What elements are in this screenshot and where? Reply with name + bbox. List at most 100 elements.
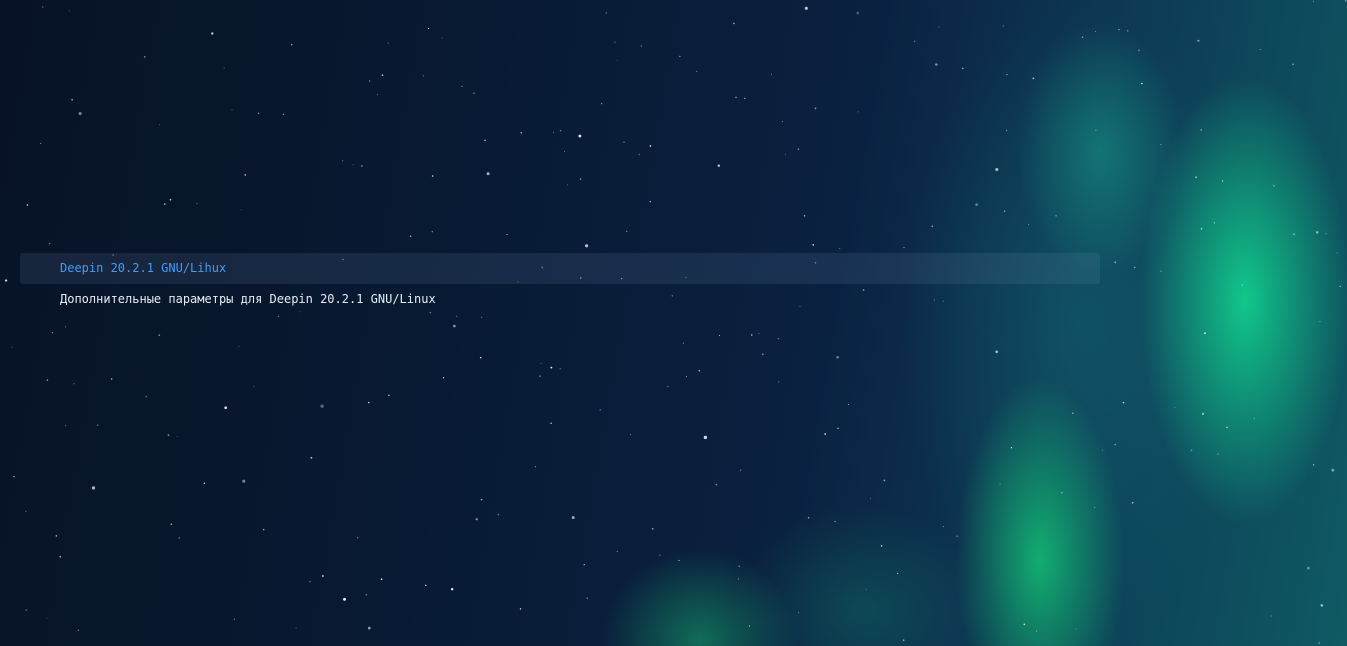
star xyxy=(176,435,178,437)
star xyxy=(461,85,463,88)
star xyxy=(1213,222,1216,224)
star xyxy=(649,200,652,203)
star xyxy=(262,528,265,531)
star xyxy=(550,366,553,369)
star xyxy=(431,175,434,177)
star xyxy=(856,11,859,15)
star xyxy=(167,434,170,436)
boot-entry-deepin[interactable]: Deepin 20.2.1 GNU/Lihux xyxy=(20,253,1100,284)
star xyxy=(1241,284,1243,286)
star xyxy=(73,383,75,385)
star xyxy=(1318,642,1320,644)
star xyxy=(623,141,625,143)
star xyxy=(196,202,198,205)
star xyxy=(750,334,753,336)
star xyxy=(834,521,836,523)
boot-entry-label: Deepin 20.2.1 GNU/Lihux xyxy=(60,261,227,275)
star xyxy=(1004,210,1006,212)
star xyxy=(848,403,850,405)
star xyxy=(956,535,959,538)
star xyxy=(1035,630,1037,632)
star xyxy=(995,167,999,172)
star xyxy=(46,617,48,619)
star xyxy=(1160,270,1162,272)
star xyxy=(169,198,172,201)
star xyxy=(233,618,235,620)
star xyxy=(685,375,687,378)
star xyxy=(387,42,389,44)
star xyxy=(520,132,522,134)
star xyxy=(1002,25,1004,27)
star xyxy=(110,378,113,380)
star xyxy=(39,142,42,145)
star xyxy=(291,44,293,46)
star xyxy=(782,121,783,122)
star xyxy=(343,597,346,601)
star xyxy=(456,315,458,317)
star xyxy=(735,96,737,98)
star xyxy=(682,342,684,344)
star xyxy=(785,154,786,156)
star xyxy=(1217,453,1219,455)
star xyxy=(42,6,44,8)
star xyxy=(170,523,173,525)
aurora-background-stars xyxy=(4,0,1347,644)
star xyxy=(540,363,542,365)
star xyxy=(1160,143,1162,146)
star xyxy=(719,335,720,336)
star xyxy=(497,513,500,516)
star xyxy=(1133,266,1136,269)
star xyxy=(1190,449,1193,452)
star xyxy=(431,231,433,233)
star xyxy=(812,244,815,246)
star xyxy=(367,626,371,630)
star xyxy=(25,609,27,611)
star xyxy=(388,394,390,397)
star xyxy=(1138,49,1140,51)
star xyxy=(559,368,561,370)
star xyxy=(798,612,799,614)
star xyxy=(1023,623,1026,626)
star xyxy=(616,551,618,553)
star xyxy=(804,6,808,10)
star xyxy=(361,165,363,167)
star xyxy=(91,486,96,490)
star xyxy=(59,555,62,558)
star xyxy=(1325,233,1327,235)
star xyxy=(1081,36,1084,38)
star xyxy=(1312,464,1315,466)
star xyxy=(839,248,841,250)
star xyxy=(803,215,806,217)
star xyxy=(640,45,643,47)
star xyxy=(1204,332,1206,334)
star xyxy=(1075,628,1077,630)
star xyxy=(975,203,978,206)
star xyxy=(1061,492,1063,494)
star xyxy=(943,526,945,528)
boot-entry-advanced-options[interactable]: Дополнительные параметры для Deepin 20.2… xyxy=(20,284,1100,315)
star xyxy=(914,40,916,42)
star xyxy=(1126,30,1129,32)
star xyxy=(559,129,562,132)
star xyxy=(26,204,29,206)
star xyxy=(46,379,49,381)
star xyxy=(777,338,779,340)
star xyxy=(1072,412,1074,414)
star xyxy=(1259,49,1261,50)
star xyxy=(322,575,324,577)
star xyxy=(238,345,240,347)
star xyxy=(938,26,940,28)
star xyxy=(962,67,964,70)
star xyxy=(368,401,370,404)
star xyxy=(1028,224,1030,226)
star xyxy=(667,385,669,388)
star xyxy=(583,564,585,566)
star xyxy=(13,476,15,478)
star xyxy=(486,172,490,176)
star xyxy=(1336,252,1338,254)
star xyxy=(1201,412,1205,416)
star xyxy=(762,353,764,356)
star xyxy=(578,134,582,138)
star xyxy=(638,153,641,156)
star xyxy=(65,425,67,427)
